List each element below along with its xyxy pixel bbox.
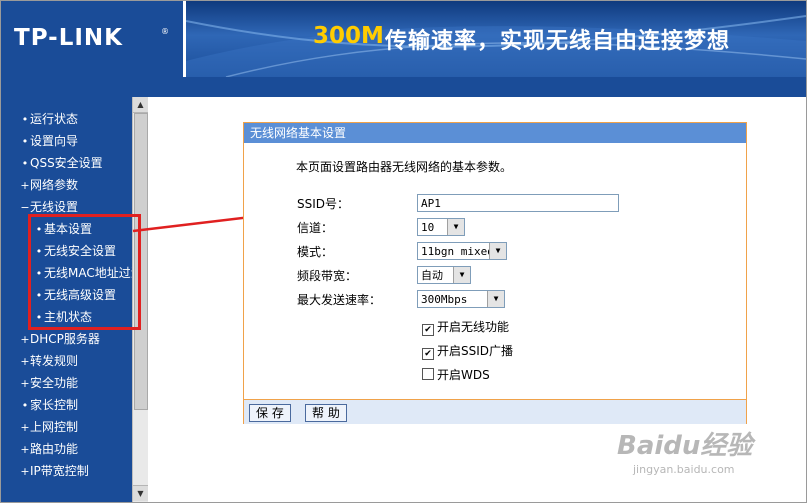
channel-select[interactable]: 10 ▼ — [417, 218, 465, 236]
checkbox-checked-icon[interactable]: ✔ — [422, 324, 434, 336]
chevron-down-icon: ▼ — [447, 219, 464, 235]
ssid-input[interactable]: AP1 — [417, 194, 619, 212]
checkbox-checked-icon[interactable]: ✔ — [422, 348, 434, 360]
enable-wireless-checkbox[interactable]: ✔ 开启无线功能 — [422, 318, 509, 336]
help-button[interactable]: 帮 助 — [305, 404, 347, 422]
bandwidth-label: 频段带宽： — [297, 269, 358, 283]
sidebar-item-access-control[interactable]: +上网控制 — [20, 416, 78, 438]
annotation-highlight-box — [28, 214, 141, 330]
slogan-text: 传输速率，实现无线自由连接梦想 — [385, 29, 731, 54]
slogan-number: 300M — [313, 23, 384, 49]
sidebar-item-status[interactable]: • 运行状态 — [20, 108, 78, 130]
sidebar-item-routing[interactable]: +路由功能 — [20, 438, 78, 460]
logo-area: TP-LINK ® — [1, 1, 186, 77]
max-rate-select[interactable]: 300Mbps ▼ — [417, 290, 505, 308]
scroll-up-arrow-icon[interactable]: ▲ — [133, 97, 148, 113]
header: TP-LINK ® 300M 传输速率，实现无线自由连接梦想 — [1, 1, 806, 77]
chevron-down-icon: ▼ — [489, 243, 506, 259]
registered-mark-icon: ® — [161, 27, 169, 36]
header-under-bar — [1, 77, 806, 97]
enable-wds-checkbox[interactable]: 开启WDS — [422, 366, 490, 383]
checkbox-unchecked-icon[interactable] — [422, 368, 434, 380]
sidebar-item-dhcp[interactable]: +DHCP服务器 — [20, 328, 100, 350]
max-rate-label: 最大发送速率： — [297, 293, 382, 307]
sidebar-item-security[interactable]: +安全功能 — [20, 372, 78, 394]
wireless-basic-settings-panel: 无线网络基本设置 本页面设置路由器无线网络的基本参数。 SSID号： AP1 信… — [243, 122, 747, 424]
mode-label: 模式： — [297, 245, 334, 259]
sidebar-item-qss[interactable]: • QSS安全设置 — [20, 152, 103, 174]
sidebar-item-parental[interactable]: • 家长控制 — [20, 394, 78, 416]
chevron-down-icon: ▼ — [487, 291, 504, 307]
bandwidth-select[interactable]: 自动 ▼ — [417, 266, 471, 284]
channel-value: 10 — [421, 221, 435, 234]
panel-description: 本页面设置路由器无线网络的基本参数。 — [296, 160, 513, 174]
mode-select[interactable]: 11bgn mixed ▼ — [417, 242, 507, 260]
channel-label: 信道： — [297, 221, 334, 235]
browser-frame: TP-LINK ® 300M 传输速率，实现无线自由连接梦想 • 运行状态 • 设置… — [0, 0, 807, 503]
ssid-label: SSID号： — [297, 197, 350, 211]
max-rate-value: 300Mbps — [421, 293, 468, 306]
watermark-main: Baidu经验 — [617, 431, 753, 461]
mode-value: 11bgn mixed — [421, 245, 494, 258]
content-corner — [147, 97, 187, 137]
enable-ssid-broadcast-checkbox[interactable]: ✔ 开启SSID广播 — [422, 342, 513, 360]
bandwidth-value: 自动 — [421, 269, 443, 282]
sidebar-item-network[interactable]: +网络参数 — [20, 174, 78, 196]
panel-title: 无线网络基本设置 — [244, 123, 746, 143]
sidebar-item-forwarding[interactable]: +转发规则 — [20, 350, 78, 372]
watermark-sub: jingyan.baidu.com — [633, 463, 735, 476]
panel-footer: 保 存 帮 助 — [244, 399, 746, 424]
chevron-down-icon: ▼ — [453, 267, 470, 283]
sidebar-item-wizard[interactable]: • 设置向导 — [20, 130, 78, 152]
tp-link-logo: TP-LINK — [14, 25, 123, 51]
baidu-watermark: Baidu经验 jingyan.baidu.com — [613, 425, 783, 485]
banner: 300M 传输速率，实现无线自由连接梦想 — [186, 1, 806, 77]
save-button[interactable]: 保 存 — [249, 404, 291, 422]
sidebar-item-bandwidth[interactable]: +IP带宽控制 — [20, 460, 88, 482]
scroll-down-arrow-icon[interactable]: ▼ — [133, 485, 148, 501]
